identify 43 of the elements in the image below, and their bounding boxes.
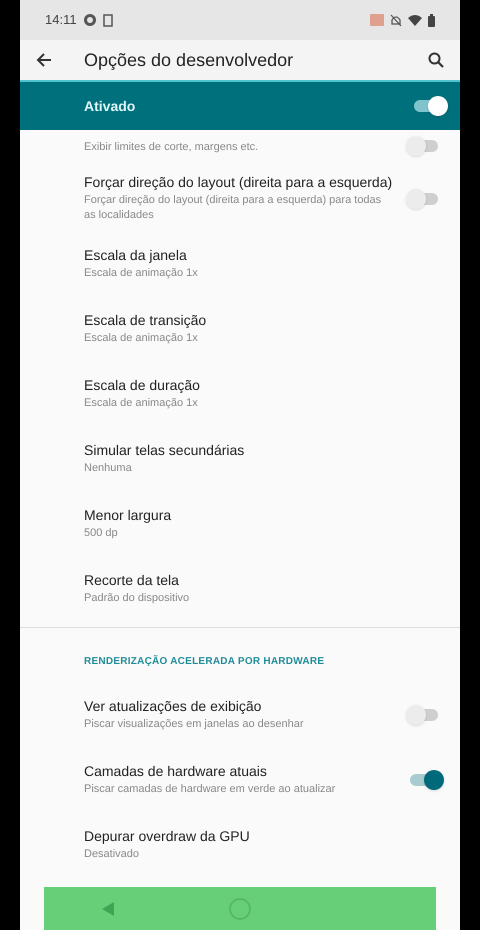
notification-icon [82,13,97,27]
settings-item[interactable]: Escala de duração Escala de animação 1x [20,361,460,426]
back-arrow-icon[interactable] [36,53,52,67]
master-switch-label: Ativado [84,96,136,116]
battery-icon [428,14,435,26]
setting-title: Escala de transição [84,312,208,328]
search-icon[interactable] [428,52,444,68]
setting-summary: Exibir limites de corte, margens etc. [84,140,260,154]
settings-item[interactable]: Depurar overdraw da GPU Desativado [20,812,460,877]
setting-summary: Desativado [84,846,140,862]
settings-item[interactable]: Camadas de hardware atuais Piscar camadas de hardware em verde ao atualizar [20,747,460,812]
setting-title: Camadas de hardware atuais [84,762,268,780]
setting-title: Depurar overdraw da GPU [84,828,251,844]
setting-summary: Piscar visualizações em janelas ao desenhar [84,716,305,732]
setting-title: Ver atualizações de exibição [84,698,262,714]
back-icon[interactable] [100,900,115,916]
setting-title: Escala de duração [84,376,201,394]
setting-summary: Escala de animação 1x [84,396,199,410]
settings-item[interactable]: Recorte da tela Padrão do dispositivo [20,556,460,621]
section-header: RENDERIZAÇÃO ACELERADA POR HARDWARE [84,656,324,667]
page-title: Opções do desenvolvedor [84,48,294,72]
setting-title: Recorte da tela [84,572,180,588]
setting-summary: Forçar direção do layout (direita para a esquerda) para todas as localidades [84,193,382,223]
setting-title: Menor largura [84,506,172,524]
settings-item[interactable]: Ver atualizações de exibição Piscar visualizações em janelas ao desenhar [20,682,460,747]
setting-summary: Padrão do dispositivo [84,590,190,606]
settings-item[interactable]: Forçar direção do layout (direita para a esquerda) Forçar direção do layout (direita para a esquerda) para todas as localidades [20,166,460,231]
wifi-icon [408,14,422,26]
settings-item[interactable]: Simular telas secundárias Nenhuma [20,426,460,491]
file-icon [102,14,113,26]
setting-summary: Piscar camadas de hardware em verde ao atualizar [84,782,336,796]
setting-summary: Escala de animação 1x [84,266,199,280]
settings-item[interactable]: Escala de transição Escala de animação 1x [20,296,460,361]
setting-summary: Escala de animação 1x [84,330,199,346]
muted-bell-icon [390,14,402,26]
setting-summary: 500 dp [84,526,119,540]
status-time: 14:11 [45,11,77,30]
setting-title: Escala da janela [84,246,188,264]
settings-item[interactable]: Escala da janela Escala de animação 1x [20,231,460,296]
setting-title: Simular telas secundárias [84,442,246,458]
settings-item[interactable]: Menor largura 500 dp [20,491,460,556]
setting-summary: Nenhuma [84,460,133,476]
setting-title: Forçar direção do layout (direita para a esquerda) [84,174,394,191]
